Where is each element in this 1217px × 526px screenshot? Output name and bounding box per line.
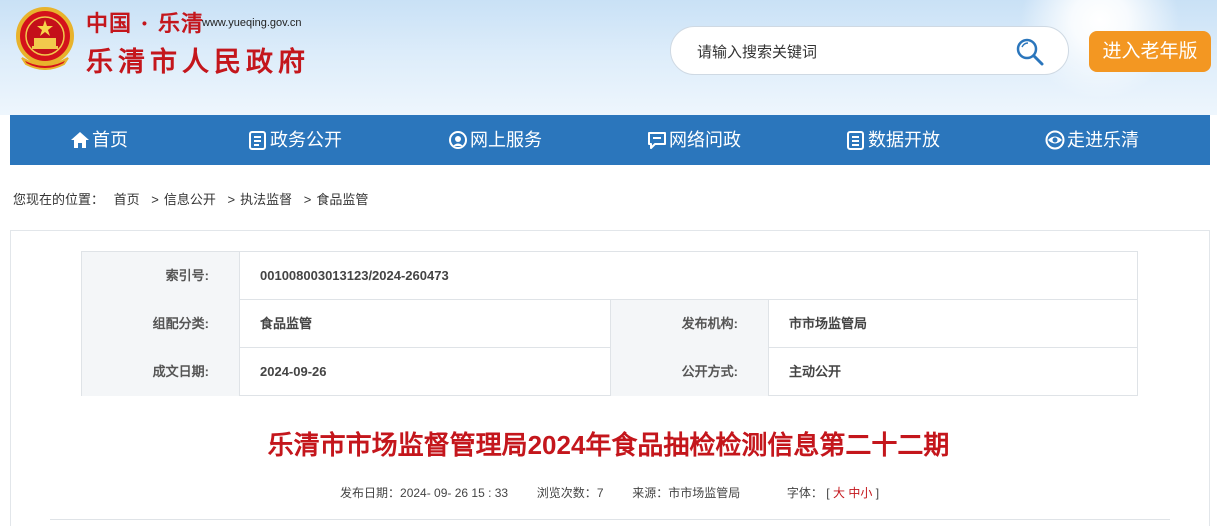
metadata-table: 索引号: 001008003013123/2024-260473 组配分类: 食…: [81, 251, 1138, 396]
table-row: 索引号: 001008003013123/2024-260473: [82, 252, 1137, 300]
nav-item-home[interactable]: 首页: [70, 115, 128, 165]
nav-item-label: 政务公开: [270, 130, 342, 150]
publish-date-value: 2024- 09- 26 15 : 33: [400, 486, 509, 500]
national-emblem-icon[interactable]: [14, 6, 76, 70]
views-value: 7: [596, 486, 604, 500]
nav-item-label: 数据开放: [868, 130, 940, 150]
article-info: 发布日期：2024- 09- 26 15 : 33 浏览次数：7 来源：市市场监…: [340, 484, 879, 501]
site-name: 中国 · 乐清: [86, 11, 204, 37]
data-icon: [847, 131, 864, 150]
service-icon: [449, 131, 467, 149]
source-value: 市市场监管局: [668, 486, 741, 500]
font-bracket-close: ]: [875, 486, 880, 500]
date-label: 成文日期:: [82, 348, 239, 396]
document-icon: [249, 131, 266, 150]
breadcrumb-item-info[interactable]: 信息公开: [164, 192, 216, 207]
nav-item-online-service[interactable]: 网上服务: [448, 115, 542, 165]
home-icon: [71, 132, 89, 148]
table-row: 成文日期: 2024-09-26 公开方式: 主动公开: [82, 348, 1137, 396]
nav-item-label: 首页: [92, 130, 128, 150]
breadcrumb-separator: >: [303, 192, 312, 207]
font-bracket-open: [: [826, 486, 830, 500]
nav-item-label: 网上服务: [470, 130, 542, 150]
site-title[interactable]: 乐清市人民政府: [86, 40, 310, 79]
divider: [50, 519, 1170, 520]
article-title: 乐清市市场监督管理局2024年食品抽检检测信息第二十二期: [267, 430, 950, 460]
font-small-button[interactable]: 小: [860, 486, 872, 500]
publisher-value: 市市场监管局: [768, 300, 1137, 348]
publisher-label: 发布机构:: [610, 300, 768, 348]
disclosure-label: 公开方式:: [610, 348, 768, 396]
site-url[interactable]: www.yueqing.gov.cn: [202, 17, 301, 29]
breadcrumb-prefix: 您现在的位置：: [13, 192, 105, 207]
views-label: 浏览次数：: [536, 486, 597, 500]
main-nav: 首页 政务公开 网上服务 网络问政 数据开放 走进乐清: [10, 115, 1210, 165]
index-label: 索引号:: [82, 252, 239, 300]
nav-item-online-inquiry[interactable]: 网络问政: [647, 115, 741, 165]
header-banner: 中国 · 乐清 www.yueqing.gov.cn 乐清市人民政府 请输入搜索…: [0, 0, 1217, 115]
breadcrumb-item-enforcement[interactable]: 执法监督: [240, 192, 292, 207]
nav-item-label: 网络问政: [669, 130, 741, 150]
table-row: 组配分类: 食品监管 发布机构: 市市场监管局: [82, 300, 1137, 348]
disclosure-value: 主动公开: [768, 348, 1137, 396]
search-input[interactable]: 请输入搜索关键词: [697, 41, 817, 62]
breadcrumb-item-home[interactable]: 首页: [114, 192, 140, 207]
search-icon[interactable]: [1015, 37, 1045, 67]
nav-item-label: 走进乐清: [1067, 130, 1139, 150]
breadcrumb-separator: >: [151, 192, 159, 207]
font-medium-button[interactable]: 中: [848, 486, 860, 500]
eye-icon: [1045, 130, 1065, 150]
font-size-label: 字体：: [786, 486, 823, 500]
breadcrumb: 您现在的位置： 首页 > 信息公开 > 执法监督 > 食品监管: [13, 189, 368, 208]
elder-version-button[interactable]: 进入老年版: [1089, 31, 1211, 72]
nav-item-data-open[interactable]: 数据开放: [846, 115, 940, 165]
nav-item-about-yueqing[interactable]: 走进乐清: [1045, 115, 1139, 165]
source-label: 来源：: [632, 486, 669, 500]
date-value: 2024-09-26: [239, 348, 610, 396]
publish-date-label: 发布日期：: [340, 486, 401, 500]
nav-item-open-affairs[interactable]: 政务公开: [248, 115, 342, 165]
category-label: 组配分类:: [82, 300, 239, 348]
category-value: 食品监管: [239, 300, 610, 348]
breadcrumb-item-food[interactable]: 食品监管: [316, 192, 368, 207]
chat-icon: [648, 132, 666, 149]
index-value: 001008003013123/2024-260473: [239, 252, 1137, 300]
breadcrumb-separator: >: [227, 192, 236, 207]
search-box: 请输入搜索关键词: [670, 26, 1069, 75]
font-large-button[interactable]: 大: [833, 486, 845, 500]
